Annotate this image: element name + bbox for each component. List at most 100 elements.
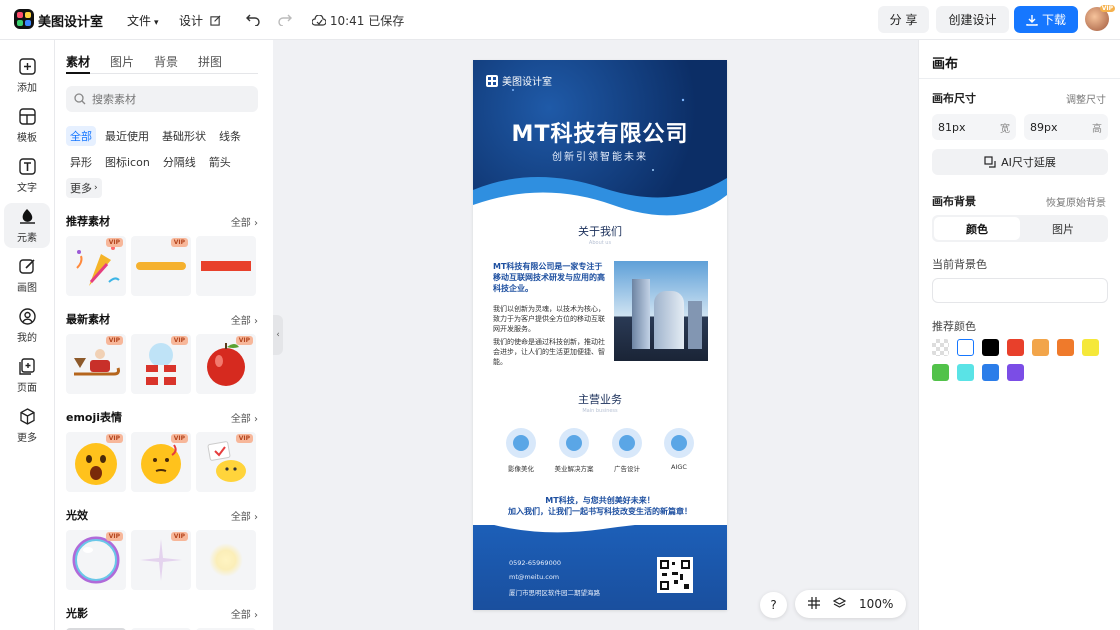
download-button[interactable]: 下载	[1014, 6, 1078, 33]
chip-dividers[interactable]: 分隔线	[159, 152, 200, 172]
current-color-swatch[interactable]	[932, 278, 1108, 303]
zoom-level[interactable]: 100%	[859, 597, 893, 611]
swatch-purple[interactable]	[1007, 364, 1024, 381]
ai-resize-button[interactable]: AI尺寸延展	[932, 149, 1108, 175]
swatch-orange[interactable]	[1057, 339, 1074, 356]
bg-type-toggle: 颜色 图片	[932, 215, 1108, 242]
section-title: 最新素材	[66, 313, 110, 326]
user-avatar[interactable]: VIP	[1085, 5, 1115, 31]
file-menu[interactable]: 文件 ▾	[127, 12, 159, 29]
see-all-link[interactable]: 全部 ›	[231, 508, 258, 523]
swatch-transparent[interactable]	[932, 339, 949, 356]
canvas-toolbar: 100%	[795, 590, 906, 618]
thinking-emoji[interactable]: VIP	[131, 432, 191, 492]
height-field[interactable]: 89px 高	[1024, 114, 1108, 140]
app-logo[interactable]	[14, 9, 34, 29]
rail-item-add[interactable]: 添加	[4, 53, 50, 98]
ai-resize-icon	[984, 156, 996, 168]
contact-phone: 0592-65969000	[509, 559, 561, 567]
undo-icon[interactable]	[244, 11, 262, 29]
width-value: 81px	[938, 120, 966, 134]
grid-logo-icon	[486, 74, 498, 87]
brush-stroke-orange[interactable]: VIP	[131, 236, 191, 296]
share-button[interactable]: 分 享	[878, 6, 929, 33]
material-panel: 素材 图片 背景 拼图 全部 最近使用 基础形状 线条 异形 图标icon 分隔…	[55, 40, 273, 630]
create-design-button[interactable]: 创建设计	[936, 6, 1009, 33]
rail-item-mine[interactable]: 我的	[4, 303, 50, 348]
chip-more[interactable]: 更多 ›	[66, 178, 102, 198]
chip-basic-shapes[interactable]: 基础形状	[158, 126, 210, 146]
rail-item-template[interactable]: 模板	[4, 103, 50, 148]
resize-link[interactable]: 调整尺寸	[1066, 91, 1106, 106]
grid-icon[interactable]	[807, 596, 820, 612]
search-input[interactable]	[92, 92, 242, 106]
rail-item-elements[interactable]: 元素	[4, 203, 50, 248]
chick-emoji[interactable]: VIP	[196, 432, 256, 492]
vip-badge: VIP	[105, 532, 123, 541]
chip-icons[interactable]: 图标icon	[101, 152, 154, 172]
canvas-properties-panel: 画布 画布尺寸 调整尺寸 81px 宽 89px 高 AI尺寸延展 画布背景 恢复原…	[918, 40, 1120, 630]
shocked-emoji[interactable]: VIP	[66, 432, 126, 492]
save-status-text: 10:41 已保存	[329, 14, 405, 28]
see-all-link[interactable]: 全部 ›	[231, 214, 258, 229]
see-all-link[interactable]: 全部 ›	[231, 312, 258, 327]
ai-resize-label: AI尺寸延展	[1001, 156, 1056, 169]
red-bar-shape[interactable]	[196, 236, 256, 296]
tab-image[interactable]: 图片	[1020, 217, 1106, 240]
service-item: 广告设计	[602, 428, 652, 473]
tab-materials[interactable]: 素材	[66, 53, 90, 70]
tab-color[interactable]: 颜色	[934, 217, 1020, 240]
about-subtitle: About us	[588, 240, 612, 246]
apple-sticker[interactable]: VIP	[196, 334, 256, 394]
glow-effect[interactable]	[196, 530, 256, 590]
gift-snowglobe-sticker[interactable]: VIP	[131, 334, 191, 394]
tab-backgrounds[interactable]: 背景	[154, 53, 178, 70]
swatch-cyan[interactable]	[957, 364, 974, 381]
section-recommended: 推荐素材 全部 › VIP VIP	[66, 213, 258, 296]
chevron-left-icon: ‹	[276, 330, 280, 340]
chip-irregular[interactable]: 异形	[66, 152, 96, 172]
swatch-green[interactable]	[932, 364, 949, 381]
width-field[interactable]: 81px 宽	[932, 114, 1016, 140]
sleigh-sticker[interactable]: VIP	[66, 334, 126, 394]
layers-icon[interactable]	[832, 596, 847, 612]
chip-lines[interactable]: 线条	[215, 126, 245, 146]
swatch-light-orange[interactable]	[1032, 339, 1049, 356]
pen-icon	[18, 258, 36, 276]
color-swatches	[932, 339, 1112, 381]
see-all-link[interactable]: 全部 ›	[231, 606, 258, 621]
business-title: 主营业务	[578, 393, 622, 406]
party-popper-sticker[interactable]: VIP	[66, 236, 126, 296]
ad-icon	[612, 428, 642, 458]
collapse-panel-button[interactable]: ‹	[273, 315, 283, 355]
see-all-link[interactable]: 全部 ›	[231, 410, 258, 425]
rail-item-pages[interactable]: 页面	[4, 353, 50, 398]
chip-arrows[interactable]: 箭头	[205, 152, 235, 172]
chip-recent[interactable]: 最近使用	[101, 126, 153, 146]
design-menu[interactable]: 设计	[179, 12, 221, 29]
rail-item-text[interactable]: 文字	[4, 153, 50, 198]
design-menu-label: 设计	[179, 14, 204, 28]
help-button[interactable]: ?	[760, 592, 787, 618]
sparkle-effect[interactable]: VIP	[131, 530, 191, 590]
swatch-white[interactable]	[957, 339, 974, 356]
swatch-black[interactable]	[982, 339, 999, 356]
rail-item-draw[interactable]: 画图	[4, 253, 50, 298]
tab-collage[interactable]: 拼图	[198, 53, 222, 70]
bubble-effect[interactable]: VIP	[66, 530, 126, 590]
swatch-yellow[interactable]	[1082, 339, 1099, 356]
rail-item-more[interactable]: 更多	[4, 403, 50, 448]
swatch-blue[interactable]	[982, 364, 999, 381]
swatch-red[interactable]	[1007, 339, 1024, 356]
service-item: 影像美化	[496, 428, 546, 473]
poster-canvas[interactable]: 美图设计室 MT科技有限公司 创新引领智能未来 关于我们 About us MT…	[473, 60, 727, 610]
download-icon	[1026, 14, 1038, 26]
search-box[interactable]	[66, 86, 258, 112]
chip-all[interactable]: 全部	[66, 126, 96, 146]
app-name: 美图设计室	[38, 15, 104, 30]
restore-bg-link[interactable]: 恢复原始背景	[1046, 194, 1106, 209]
ai-chip-icon	[664, 428, 694, 458]
section-light-effects: 光效 全部 › VIP VIP	[66, 507, 258, 590]
tab-images[interactable]: 图片	[110, 53, 134, 70]
redo-icon[interactable]	[276, 11, 294, 29]
